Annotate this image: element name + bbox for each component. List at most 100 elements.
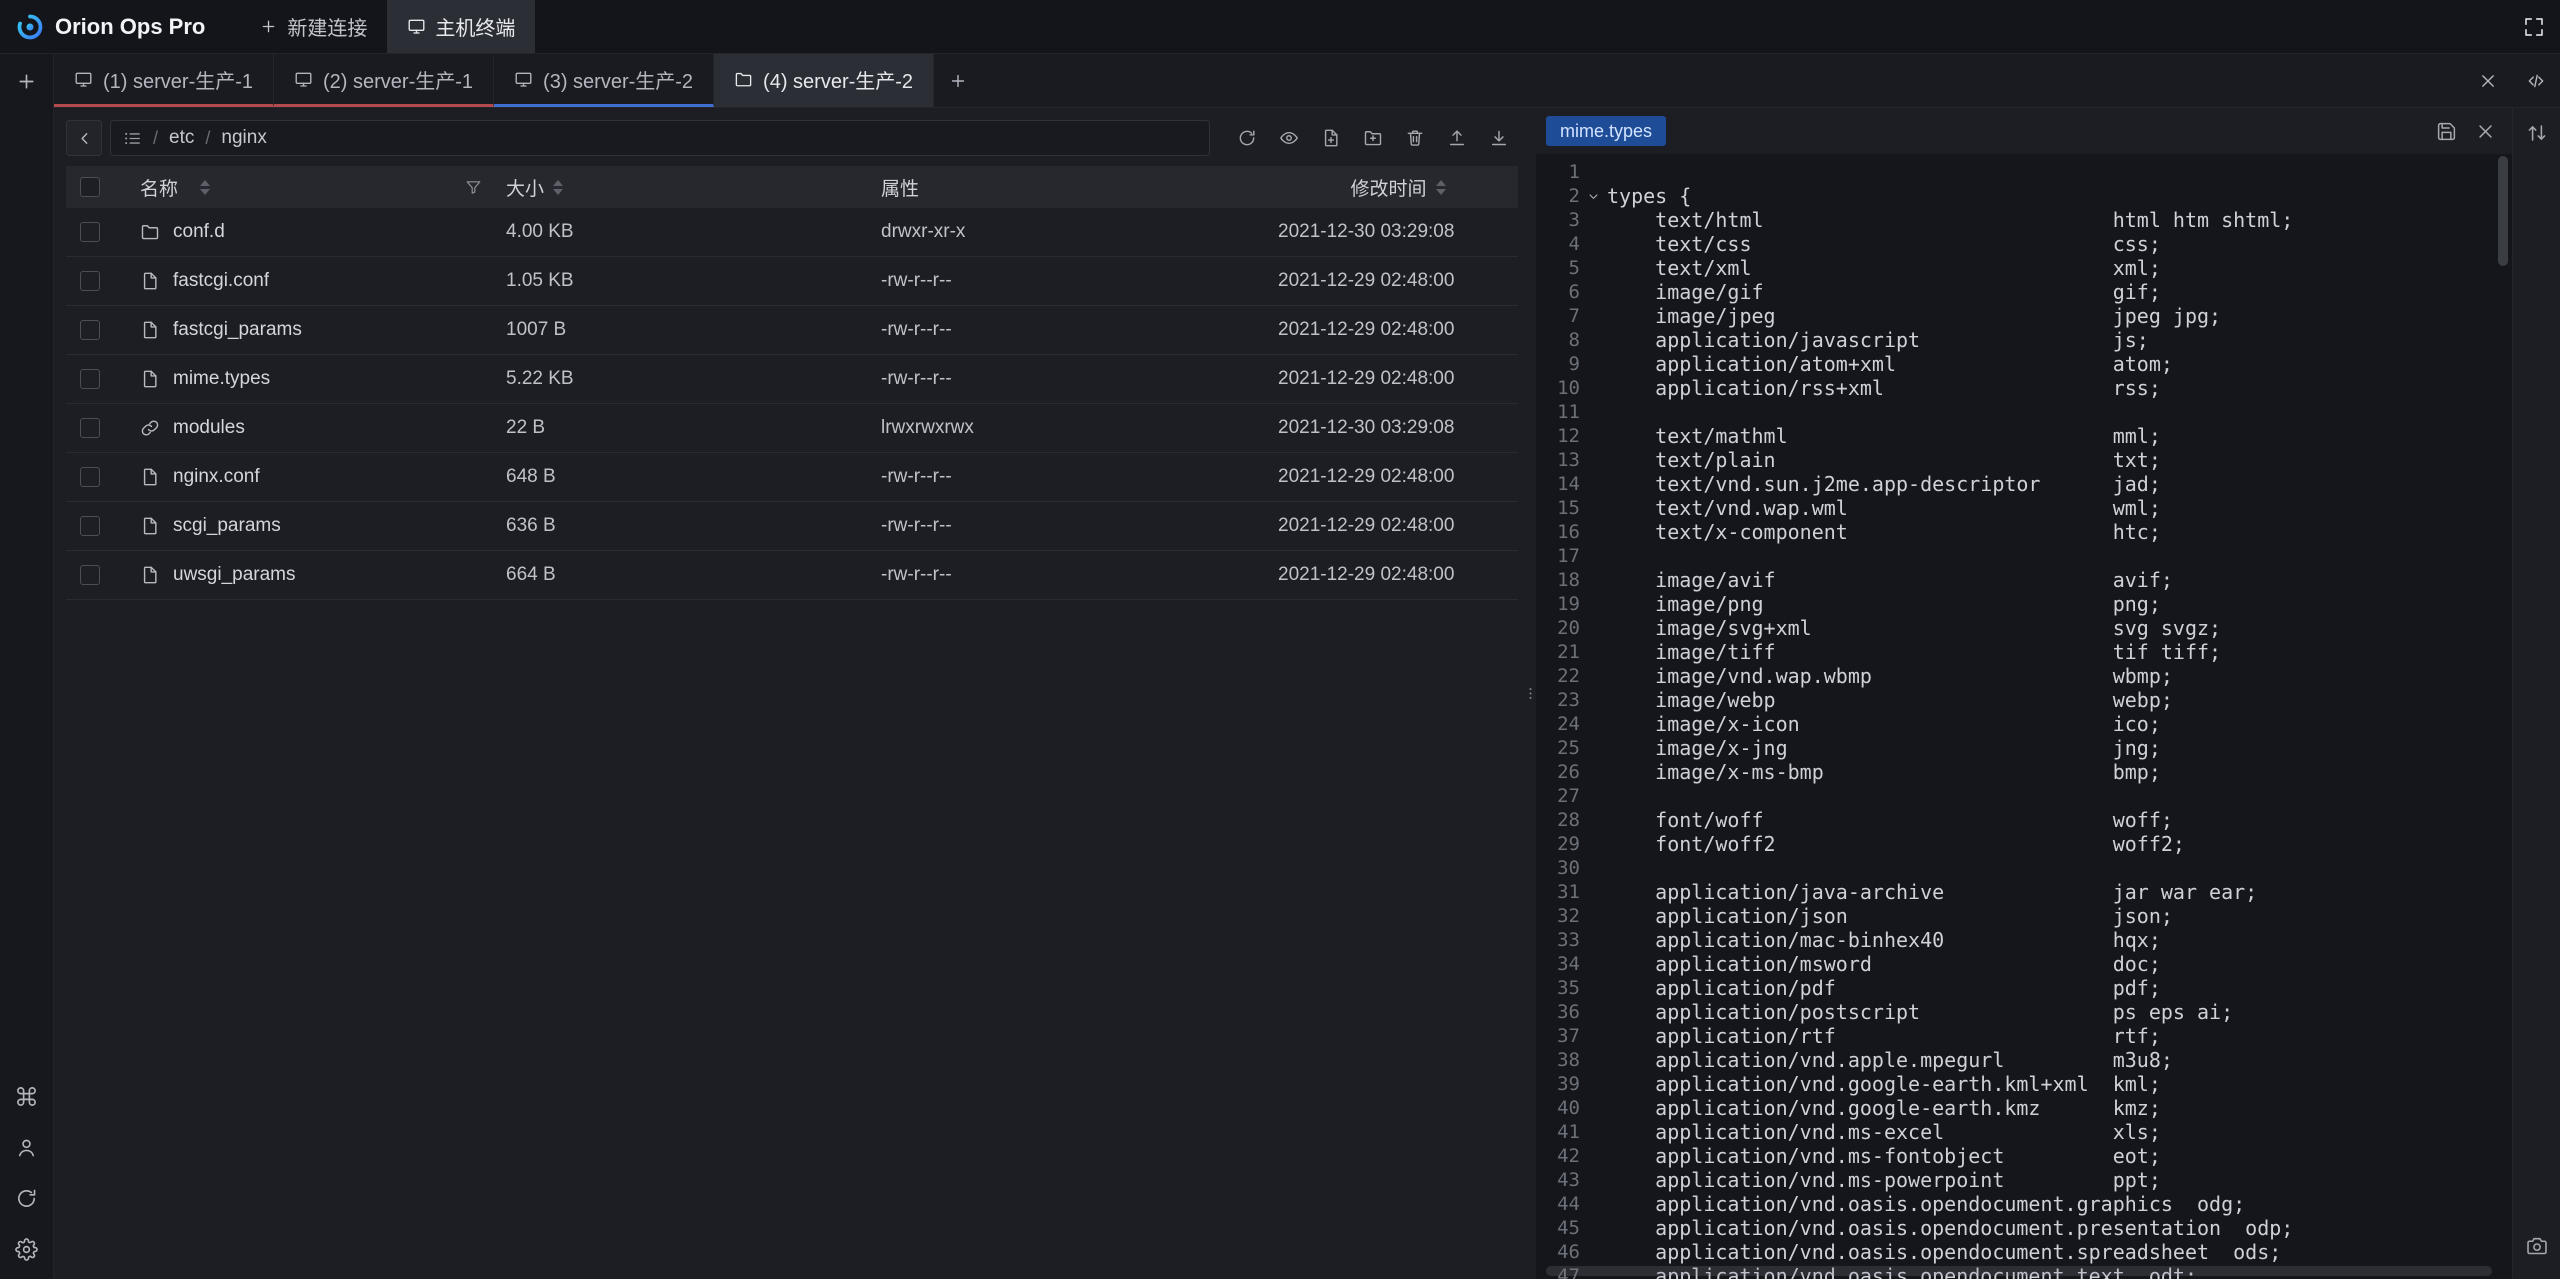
- code-view-button[interactable]: [2512, 54, 2560, 107]
- code-text: image/jpeg jpeg jpg;: [1607, 304, 2221, 328]
- code-text: application/vnd.oasis.opendocument.graph…: [1607, 1192, 2245, 1216]
- sync-icon: [15, 1187, 38, 1210]
- file-name[interactable]: conf.d: [173, 221, 225, 243]
- code-line: 8 application/javascript js;: [1536, 328, 2512, 352]
- code-line: 41 application/vnd.ms-excel xls;: [1536, 1120, 2512, 1144]
- download-button[interactable]: [1480, 120, 1518, 156]
- code-line: 32 application/json json;: [1536, 904, 2512, 928]
- file-row[interactable]: modules22 Blrwxrwxrwx2021-12-30 03:29:08: [66, 404, 1518, 453]
- fold-gutter: [1580, 952, 1607, 976]
- file-row[interactable]: nginx.conf648 B-rw-r--r--2021-12-29 02:4…: [66, 453, 1518, 502]
- create-folder-button[interactable]: [1354, 120, 1392, 156]
- fold-gutter: [1580, 880, 1607, 904]
- file-row[interactable]: scgi_params636 B-rw-r--r--2021-12-29 02:…: [66, 502, 1518, 551]
- file-name[interactable]: nginx.conf: [173, 466, 260, 488]
- breadcrumb-segment-nginx[interactable]: nginx: [221, 127, 266, 149]
- code-line: 34 application/msword doc;: [1536, 952, 2512, 976]
- line-number: 8: [1536, 328, 1580, 352]
- user-button[interactable]: [15, 1136, 38, 1159]
- monitor-icon: [74, 70, 93, 89]
- file-row[interactable]: mime.types5.22 KB-rw-r--r--2021-12-29 02…: [66, 355, 1518, 404]
- session-tab-2[interactable]: (2) server-生产-1: [274, 54, 494, 107]
- command-button[interactable]: [15, 1085, 38, 1108]
- camera-button[interactable]: [2526, 1235, 2548, 1257]
- code-text: application/vnd.ms-excel xls;: [1607, 1120, 2161, 1144]
- sort-carets-icon[interactable]: [1436, 180, 1446, 195]
- file-name[interactable]: uwsgi_params: [173, 564, 296, 586]
- nav-item-host-terminal[interactable]: 主机终端: [387, 0, 535, 53]
- refresh-button[interactable]: [1228, 120, 1266, 156]
- settings-button[interactable]: [15, 1238, 38, 1261]
- row-checkbox[interactable]: [80, 222, 100, 242]
- file-icon: [140, 467, 160, 487]
- file-name[interactable]: fastcgi.conf: [173, 270, 269, 292]
- plus-icon: [15, 70, 38, 93]
- panel-splitter[interactable]: [1524, 108, 1536, 1279]
- fold-gutter: [1580, 1024, 1607, 1048]
- monitor-icon: [294, 70, 313, 89]
- row-checkbox[interactable]: [80, 271, 100, 291]
- nav-item-new-connection[interactable]: 新建连接: [239, 0, 387, 53]
- fold-gutter: [1580, 568, 1607, 592]
- preview-button[interactable]: [1270, 120, 1308, 156]
- create-file-button[interactable]: [1312, 120, 1350, 156]
- session-tab-4[interactable]: (4) server-生产-2: [714, 54, 934, 107]
- row-checkbox[interactable]: [80, 369, 100, 389]
- session-tab-1[interactable]: (1) server-生产-1: [54, 54, 274, 107]
- column-header-attr: 属性: [881, 174, 919, 201]
- editor-horizontal-scrollbar[interactable]: [1546, 1266, 2492, 1276]
- close-all-button[interactable]: [2464, 54, 2512, 107]
- file-row[interactable]: conf.d4.00 KBdrwxr-xr-x2021-12-30 03:29:…: [66, 208, 1518, 257]
- list-icon: [123, 129, 142, 148]
- row-checkbox[interactable]: [80, 418, 100, 438]
- sort-carets-icon[interactable]: [200, 180, 210, 195]
- fold-gutter: [1580, 592, 1607, 616]
- file-row[interactable]: fastcgi.conf1.05 KB-rw-r--r--2021-12-29 …: [66, 257, 1518, 306]
- fold-gutter: [1580, 712, 1607, 736]
- file-mtime: 2021-12-29 02:48:00: [1278, 515, 1518, 537]
- code-line: 14 text/vnd.sun.j2me.app-descriptor jad;: [1536, 472, 2512, 496]
- code-editor[interactable]: 12types {3 text/html html htm shtml;4 te…: [1536, 154, 2512, 1279]
- fold-gutter: [1580, 1144, 1607, 1168]
- fullscreen-button[interactable]: [2522, 15, 2546, 39]
- editor-file-tab[interactable]: mime.types: [1546, 116, 1666, 146]
- breadcrumb-segment-etc[interactable]: etc: [169, 127, 194, 149]
- filter-funnel-icon[interactable]: [465, 179, 482, 196]
- line-number: 24: [1536, 712, 1580, 736]
- sort-carets-icon[interactable]: [553, 180, 563, 195]
- column-header-mtime: 修改时间: [1350, 174, 1426, 201]
- file-row[interactable]: uwsgi_params664 B-rw-r--r--2021-12-29 02…: [66, 551, 1518, 600]
- file-row[interactable]: fastcgi_params1007 B-rw-r--r--2021-12-29…: [66, 306, 1518, 355]
- close-editor-button[interactable]: [2475, 121, 2496, 142]
- upload-button[interactable]: [1438, 120, 1476, 156]
- new-session-button[interactable]: [15, 70, 38, 93]
- editor-vertical-scrollbar[interactable]: [2498, 156, 2508, 266]
- line-number: 9: [1536, 352, 1580, 376]
- row-checkbox[interactable]: [80, 565, 100, 585]
- delete-button[interactable]: [1396, 120, 1434, 156]
- fold-chevron-icon[interactable]: [1580, 184, 1607, 208]
- line-number: 46: [1536, 1240, 1580, 1264]
- session-tab-3[interactable]: (3) server-生产-2: [494, 54, 714, 107]
- row-checkbox[interactable]: [80, 516, 100, 536]
- file-name[interactable]: scgi_params: [173, 515, 281, 537]
- add-tab-button[interactable]: [934, 54, 982, 107]
- sync-button[interactable]: [15, 1187, 38, 1210]
- back-button[interactable]: [66, 120, 102, 156]
- select-all-checkbox[interactable]: [80, 177, 100, 197]
- row-checkbox[interactable]: [80, 467, 100, 487]
- swap-button[interactable]: [2526, 122, 2548, 144]
- row-checkbox[interactable]: [80, 320, 100, 340]
- fold-gutter: [1580, 328, 1607, 352]
- file-name[interactable]: fastcgi_params: [173, 319, 302, 341]
- line-number: 4: [1536, 232, 1580, 256]
- path-bar[interactable]: / etc / nginx: [110, 120, 1210, 156]
- save-button[interactable]: [2436, 121, 2457, 142]
- file-name[interactable]: modules: [173, 417, 245, 439]
- session-tab-label: (2) server-生产-1: [323, 65, 473, 94]
- line-number: 39: [1536, 1072, 1580, 1096]
- file-name[interactable]: mime.types: [173, 368, 270, 390]
- line-number: 40: [1536, 1096, 1580, 1120]
- code-text: image/vnd.wap.wbmp wbmp;: [1607, 664, 2173, 688]
- line-number: 31: [1536, 880, 1580, 904]
